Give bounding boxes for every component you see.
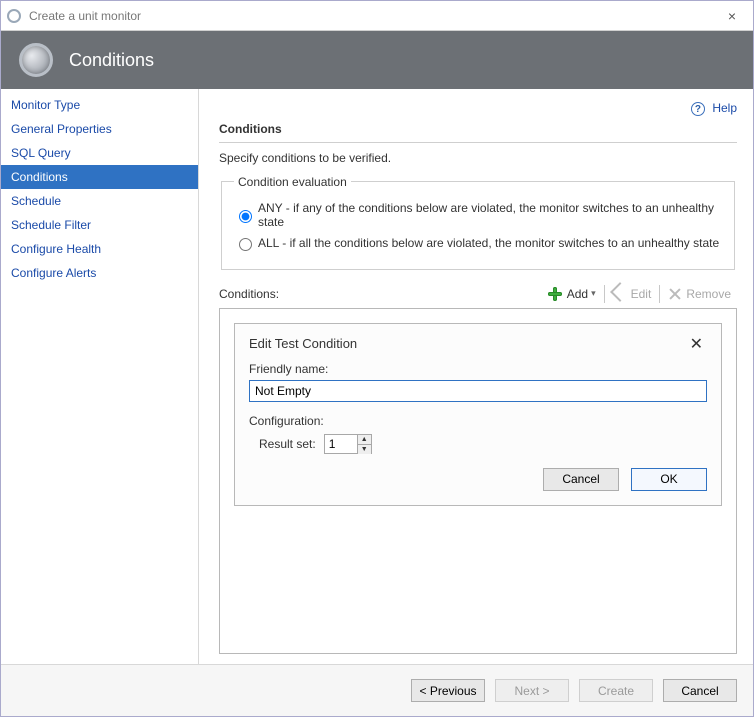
edit-button[interactable]: Edit xyxy=(607,285,658,303)
radio-any-row[interactable]: ANY - if any of the conditions below are… xyxy=(234,201,722,229)
spin-up-icon[interactable]: ▲ xyxy=(358,435,371,445)
condition-evaluation-group: Condition evaluation ANY - if any of the… xyxy=(221,175,735,270)
edit-condition-dialog: Edit Test Condition ✕ Friendly name: Con… xyxy=(234,323,722,506)
friendly-name-label: Friendly name: xyxy=(249,362,707,376)
dialog-button-row: Cancel OK xyxy=(249,468,707,491)
friendly-name-field[interactable] xyxy=(249,380,707,402)
radio-all-row[interactable]: ALL - if all the conditions below are vi… xyxy=(234,235,722,251)
condition-evaluation-legend: Condition evaluation xyxy=(234,175,351,189)
body: Monitor Type General Properties SQL Quer… xyxy=(1,89,753,664)
section-subtext: Specify conditions to be verified. xyxy=(219,151,737,165)
main-panel: ? Help Conditions Specify conditions to … xyxy=(199,89,753,664)
dialog-close-button[interactable]: ✕ xyxy=(686,334,707,354)
sidebar-item-schedule-filter[interactable]: Schedule Filter xyxy=(1,213,198,237)
delete-icon xyxy=(668,287,682,301)
radio-all-label: ALL - if all the conditions below are vi… xyxy=(258,236,719,250)
create-button[interactable]: Create xyxy=(579,679,653,702)
result-set-label: Result set: xyxy=(259,437,316,451)
conditions-panel: Edit Test Condition ✕ Friendly name: Con… xyxy=(219,308,737,654)
banner-icon xyxy=(19,43,53,77)
sidebar-item-sql-query[interactable]: SQL Query xyxy=(1,141,198,165)
chevron-down-icon: ▾ xyxy=(591,288,596,299)
window-close-button[interactable]: × xyxy=(717,8,747,24)
dialog-ok-button[interactable]: OK xyxy=(631,468,707,491)
banner: Conditions xyxy=(1,31,753,89)
remove-button-label: Remove xyxy=(686,287,731,301)
toolbar-separator xyxy=(604,285,605,303)
app-icon xyxy=(7,9,21,23)
banner-title: Conditions xyxy=(69,50,154,71)
result-set-row: Result set: ▲ ▼ xyxy=(259,434,707,454)
help-row: ? Help xyxy=(219,101,737,116)
result-set-input[interactable] xyxy=(325,435,357,453)
dialog-title: Edit Test Condition xyxy=(249,336,686,351)
window-title: Create a unit monitor xyxy=(29,9,717,23)
sidebar-item-general-properties[interactable]: General Properties xyxy=(1,117,198,141)
add-button[interactable]: Add ▾ xyxy=(541,284,602,304)
conditions-toolbar: Conditions: Add ▾ Edit Remove xyxy=(219,284,737,304)
pencil-icon xyxy=(610,282,630,302)
plus-icon xyxy=(547,286,563,302)
configuration-label: Configuration: xyxy=(249,414,707,428)
cancel-button[interactable]: Cancel xyxy=(663,679,737,702)
result-set-stepper[interactable]: ▲ ▼ xyxy=(324,434,372,454)
radio-any-label: ANY - if any of the conditions below are… xyxy=(258,201,722,229)
toolbar-separator-2 xyxy=(659,285,660,303)
sidebar-item-conditions[interactable]: Conditions xyxy=(1,165,198,189)
wizard-footer: < Previous Next > Create Cancel xyxy=(1,664,753,716)
help-icon: ? xyxy=(691,102,705,116)
sidebar-item-schedule[interactable]: Schedule xyxy=(1,189,198,213)
previous-button[interactable]: < Previous xyxy=(411,679,485,702)
section-divider xyxy=(219,142,737,143)
wizard-window: Create a unit monitor × Conditions Monit… xyxy=(0,0,754,717)
radio-any[interactable] xyxy=(239,210,252,223)
sidebar-item-monitor-type[interactable]: Monitor Type xyxy=(1,93,198,117)
remove-button[interactable]: Remove xyxy=(662,285,737,303)
sidebar-item-configure-health[interactable]: Configure Health xyxy=(1,237,198,261)
conditions-label: Conditions: xyxy=(219,287,279,301)
titlebar: Create a unit monitor × xyxy=(1,1,753,31)
section-title: Conditions xyxy=(219,122,737,136)
help-link[interactable]: Help xyxy=(712,101,737,115)
wizard-sidebar: Monitor Type General Properties SQL Quer… xyxy=(1,89,199,664)
spin-down-icon[interactable]: ▼ xyxy=(358,445,371,454)
edit-button-label: Edit xyxy=(631,287,652,301)
radio-all[interactable] xyxy=(239,238,252,251)
next-button[interactable]: Next > xyxy=(495,679,569,702)
add-button-label: Add xyxy=(567,287,588,301)
sidebar-item-configure-alerts[interactable]: Configure Alerts xyxy=(1,261,198,285)
dialog-cancel-button[interactable]: Cancel xyxy=(543,468,619,491)
